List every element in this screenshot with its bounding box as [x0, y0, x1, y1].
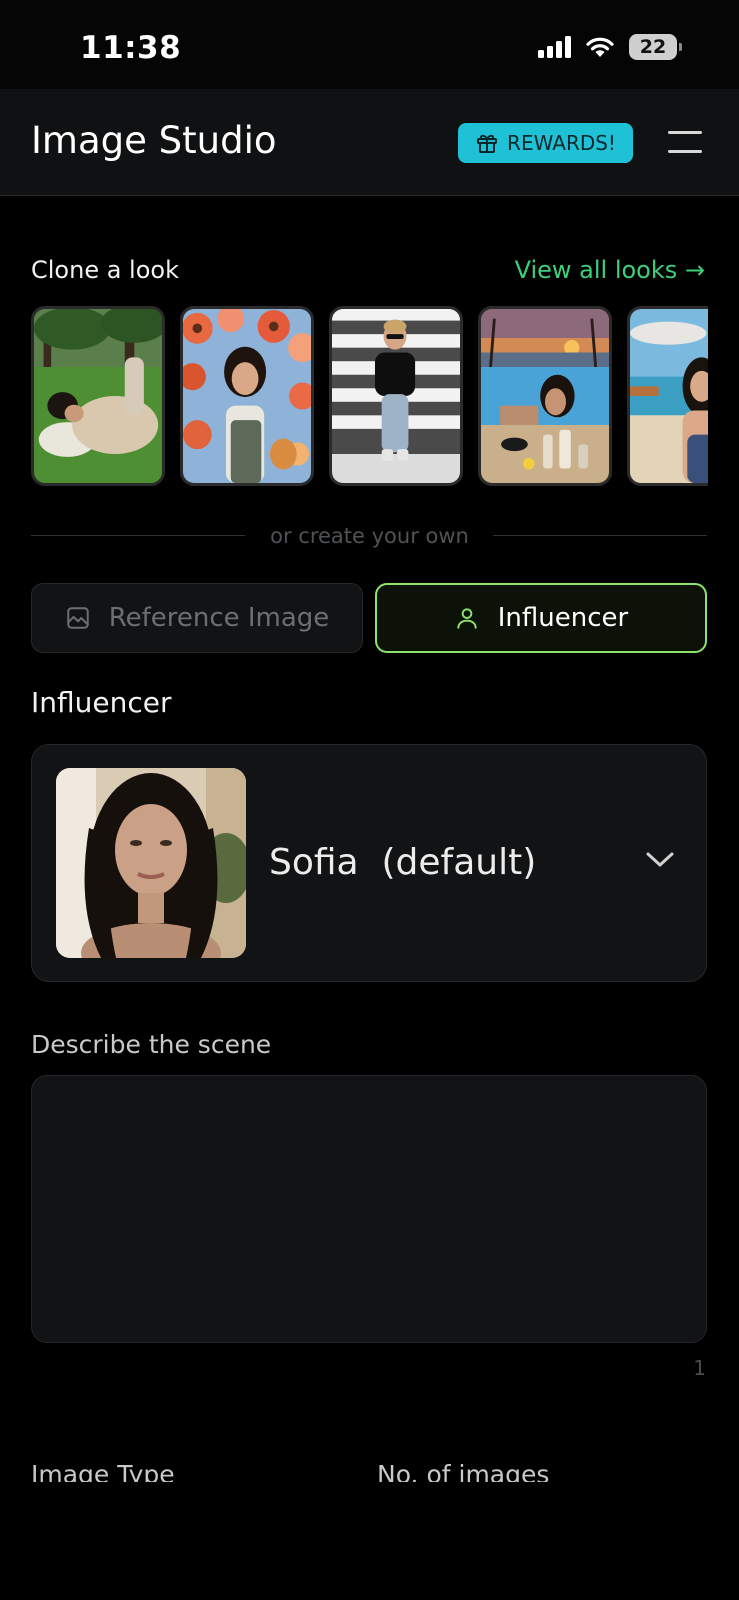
influencer-section-label: Influencer: [31, 686, 172, 719]
num-images-label: No. of images: [377, 1460, 550, 1482]
influencer-tab[interactable]: Influencer: [375, 583, 707, 653]
influencer-select[interactable]: Sofia (default): [31, 744, 707, 982]
look-card[interactable]: [627, 306, 708, 486]
scene-description-input[interactable]: [31, 1075, 707, 1343]
clone-section-title: Clone a look: [31, 256, 179, 284]
scene-label: Describe the scene: [31, 1030, 272, 1059]
bottom-labels: Image Type No. of images: [0, 1460, 739, 1482]
page-title: Image Studio: [31, 119, 277, 162]
influencer-avatar: [56, 768, 246, 958]
influencer-tab-label: Influencer: [497, 603, 629, 633]
gift-icon: [477, 134, 498, 153]
image-icon: [66, 607, 89, 629]
wifi-icon: [586, 37, 614, 57]
influencer-name: Sofia (default): [269, 842, 537, 883]
status-time: 11:38: [80, 30, 182, 66]
status-bar: 11:38 22: [0, 0, 739, 89]
divider-line-right: [493, 535, 707, 536]
looks-carousel[interactable]: [31, 306, 708, 486]
user-icon: [457, 608, 477, 629]
view-all-looks-link[interactable]: View all looks →: [515, 256, 705, 284]
reference-image-tab[interactable]: Reference Image: [31, 583, 363, 653]
character-count: 1: [693, 1356, 706, 1380]
divider-text: or create your own: [270, 524, 469, 548]
rewards-label: REWARDS!: [507, 131, 616, 155]
look-card[interactable]: [329, 306, 463, 486]
hamburger-menu-icon[interactable]: [668, 129, 702, 155]
look-card[interactable]: [31, 306, 165, 486]
cellular-signal-icon: [538, 36, 571, 58]
look-card[interactable]: [478, 306, 612, 486]
rewards-button[interactable]: REWARDS!: [458, 123, 633, 163]
status-icons: 22: [538, 34, 682, 60]
chevron-down-icon: [646, 852, 674, 867]
battery-icon: 22: [629, 34, 682, 60]
look-card[interactable]: [180, 306, 314, 486]
reference-image-label: Reference Image: [108, 603, 330, 633]
image-type-label: Image Type: [31, 1460, 175, 1482]
app-header: Image Studio REWARDS!: [0, 89, 739, 196]
battery-level: 22: [639, 36, 667, 58]
